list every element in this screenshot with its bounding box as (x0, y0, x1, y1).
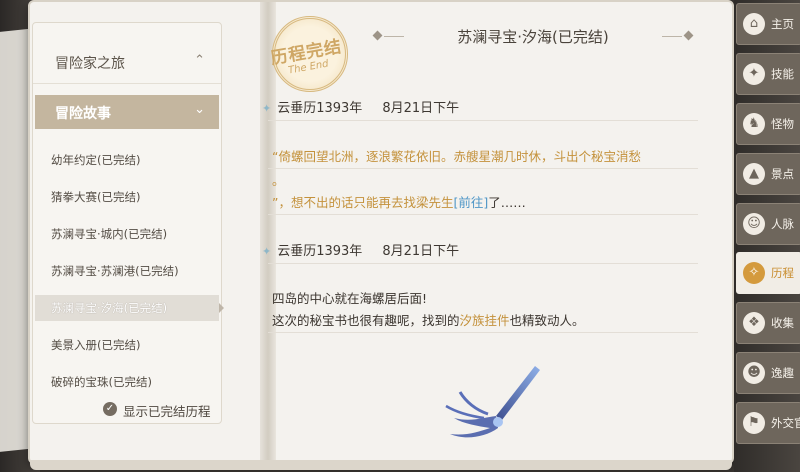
nav-button-collection[interactable]: ❖ 收集 (736, 302, 800, 344)
entry-date: ✦ 云垂历1393年 8月21日下午 (262, 244, 460, 259)
nav-label: 人脉 (771, 217, 794, 231)
nav-button-leisure[interactable]: ☻ 逸趣 (736, 352, 800, 394)
checkmark-icon: ✓ (103, 402, 117, 416)
nav-label: 外交官 (771, 416, 800, 430)
story-item[interactable]: 幼年约定(已完结) (35, 147, 219, 173)
diplomat-icon: ⚑ (743, 412, 765, 434)
nav-label: 怪物 (771, 117, 794, 131)
category-label: 冒险家之旅 (55, 56, 125, 72)
npc-name: 梁先生 (415, 195, 454, 210)
collection-icon: ❖ (743, 312, 765, 334)
nav-button-skill[interactable]: ✦ 技能 (736, 53, 800, 95)
story-item[interactable]: 苏澜寻宝·汐海(已完结) (35, 295, 224, 321)
story-item-label: 破碎的宝珠(已完结) (51, 375, 152, 389)
story-item[interactable]: 美景入册(已完结) (35, 332, 219, 358)
nav-label: 逸趣 (771, 366, 794, 380)
divider (268, 332, 698, 333)
sparkle-icon: ✦ (262, 102, 272, 115)
divider (268, 120, 698, 121)
leisure-icon: ☻ (743, 362, 765, 384)
page-title-bar: 苏澜寻宝·汐海(已完结) (368, 22, 698, 52)
trident-item-image (445, 366, 540, 438)
nav-button-monster[interactable]: ♞ 怪物 (736, 103, 800, 145)
chevron-up-icon: ⌃ (194, 53, 205, 68)
entry-text: 。 (272, 173, 285, 188)
entry-text: 四岛的中心就在海螺居后面! (272, 291, 428, 306)
nav-label: 主页 (771, 17, 794, 31)
story-item[interactable]: 苏澜寻宝·苏澜港(已完结) (35, 258, 219, 284)
divider (268, 168, 698, 169)
item-name: 汐族挂件 (459, 313, 510, 328)
contacts-icon: ☺ (743, 213, 765, 235)
nav-label: 收集 (771, 316, 794, 330)
story-list-panel: 冒险家之旅 ⌃ 冒险故事 ⌄ 幼年约定(已完结) 猜拳大赛(已完结) 苏澜寻宝·城内… (32, 22, 224, 424)
chevron-down-icon: ⌄ (194, 102, 205, 117)
completed-seal: 历程完结 The End (262, 12, 352, 92)
story-item-label: 苏澜寻宝·苏澜港(已完结) (51, 264, 179, 278)
nav-button-diplomat[interactable]: ⚑ 外交官 (736, 402, 800, 444)
story-item[interactable]: 猜拳大赛(已完结) (35, 184, 219, 210)
story-item-label: 美景入册(已完结) (51, 338, 141, 352)
nav-label: 技能 (771, 67, 794, 81)
entry-text: “倚螺回望北洲，逐浪繁花依旧。赤艘星潮几时休，斗出个秘宝消愁 (272, 149, 641, 164)
subcategory-label: 冒险故事 (55, 106, 111, 122)
story-item[interactable]: 破碎的宝珠(已完结) (35, 369, 219, 395)
subcategory-header[interactable]: 冒险故事 ⌄ (35, 95, 219, 129)
divider (268, 214, 698, 215)
nav-button-contacts[interactable]: ☺ 人脉 (736, 203, 800, 245)
nav-label: 景点 (771, 167, 794, 181)
story-item-label: 苏澜寻宝·汐海(已完结) (51, 301, 168, 315)
skill-icon: ✦ (743, 63, 765, 85)
journey-icon: ✧ (743, 262, 765, 284)
story-item-label: 幼年约定(已完结) (51, 153, 141, 167)
show-completed-label: 显示已完结历程 (123, 404, 211, 419)
nav-button-scenery[interactable]: ▲ 景点 (736, 153, 800, 195)
story-item-label: 苏澜寻宝·城内(已完结) (51, 227, 168, 241)
scenery-icon: ▲ (743, 163, 765, 185)
entry-text: ”，想不出的话只能再去找梁先生[前往]了…… (272, 195, 526, 210)
divider (268, 263, 698, 264)
page-title: 苏澜寻宝·汐海(已完结) (457, 28, 609, 46)
home-icon: ⌂ (743, 13, 765, 35)
sparkle-icon: ✦ (262, 245, 272, 258)
nav-label: 历程 (771, 266, 794, 280)
entry-date: ✦ 云垂历1393年 8月21日下午 (262, 101, 460, 116)
nav-button-home[interactable]: ⌂ 主页 (736, 3, 800, 45)
story-item-label: 猜拳大赛(已完结) (51, 190, 141, 204)
category-header[interactable]: 冒险家之旅 ⌃ (33, 43, 221, 84)
right-nav: ⌂ 主页 ✦ 技能 ♞ 怪物 ▲ 景点 ☺ 人脉 ✧ 历程 ❖ 收集 ☻ 逸趣 ⚑ 外交官 (734, 0, 800, 472)
nav-button-journey[interactable]: ✧ 历程 (736, 252, 800, 294)
monster-icon: ♞ (743, 113, 765, 135)
entry-text: 这次的秘宝书也很有趣呢，找到的汐族挂件也精致动人。 (272, 313, 585, 328)
go-to-link[interactable]: [前往] (454, 195, 489, 210)
story-item[interactable]: 苏澜寻宝·城内(已完结) (35, 221, 219, 247)
